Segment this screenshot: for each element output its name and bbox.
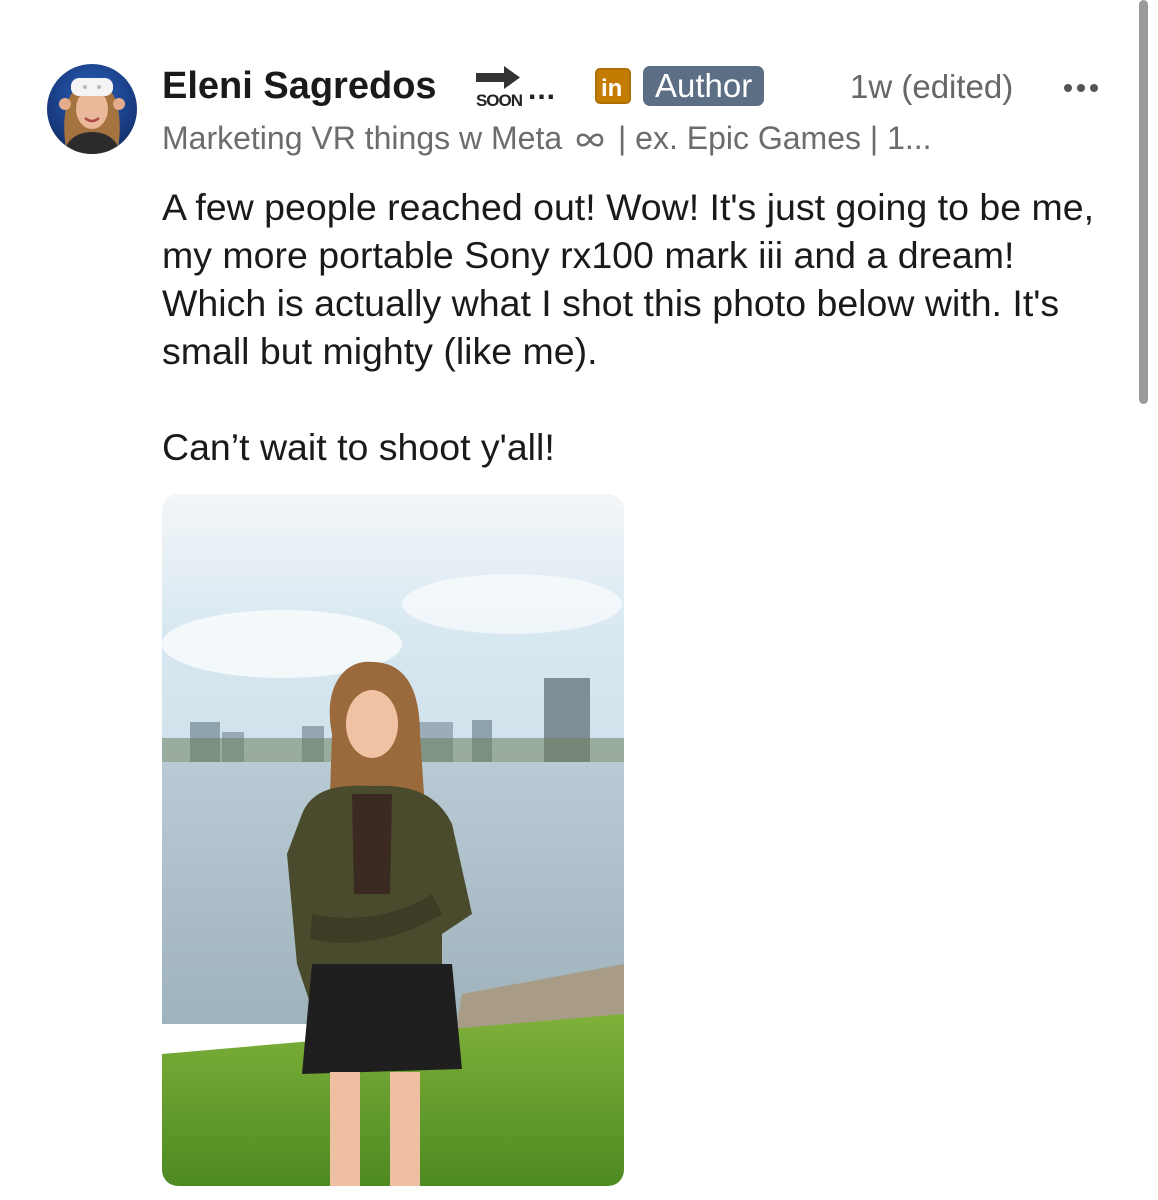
name-overflow: ... <box>528 73 557 106</box>
post-photo[interactable] <box>162 494 624 1186</box>
soon-arrow-badge: SOON <box>470 63 528 113</box>
headline-text: Marketing VR things w Meta <box>162 120 563 156</box>
arrow-right-icon <box>476 66 520 89</box>
more-horizontal-icon <box>1064 84 1098 92</box>
author-name[interactable]: Eleni Sagredos <box>162 62 437 110</box>
author-headline: Marketing VR things w Meta | ex. Epic Ga… <box>162 116 932 160</box>
infinity-icon <box>576 133 604 147</box>
author-badge: Author <box>643 66 765 106</box>
linkedin-icon: in <box>595 68 631 104</box>
post-body-text: A few people reached out! Wow! It's just… <box>162 186 1095 468</box>
headline-text-rest: | ex. Epic Games | 1... <box>617 120 932 156</box>
more-options-button[interactable] <box>1060 78 1108 98</box>
svg-text:in: in <box>601 75 622 102</box>
post-timestamp: 1w (edited) <box>850 68 1014 105</box>
scrollbar[interactable] <box>1139 0 1148 404</box>
author-avatar[interactable] <box>47 64 137 154</box>
soon-label: SOON <box>475 91 523 110</box>
